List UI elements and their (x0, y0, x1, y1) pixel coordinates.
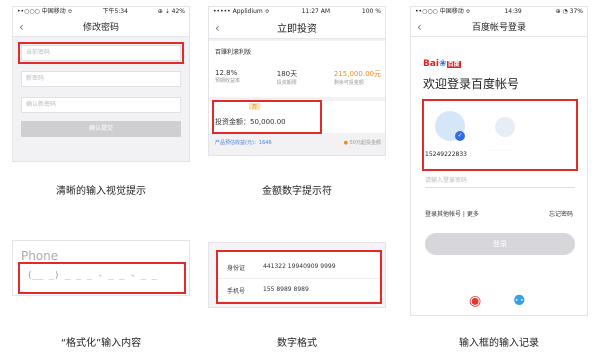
caption-number-format: 数字格式 (277, 338, 317, 349)
battery: 100 % (361, 8, 381, 15)
clock: 11:27 AM (301, 8, 331, 15)
caption-input-history: 输入框的输入记录 (459, 338, 539, 349)
highlight-box-password (18, 42, 184, 64)
change-password-screen: ••○○○ 中国移动 ≎ 下午5:34 ⊕ ⇣ 42% ‹ 修改密码 当前密码 … (12, 6, 190, 162)
login-button[interactable]: 登录 (425, 233, 575, 255)
new-password-field[interactable]: 新密码 (21, 71, 181, 87)
back-chevron-icon[interactable]: ‹ (417, 17, 422, 37)
paw-icon: ❀ (439, 59, 447, 69)
product-card: 百赚利滚利版 12.8% 预期收益率 180天 投资期限 215,000.00元 剩余… (209, 41, 385, 97)
page-title: 百度帐号登录 (471, 23, 526, 33)
page-title: 修改密码 (82, 23, 119, 33)
baidu-logo: Bai❀百度 (423, 59, 461, 69)
more-link: 更多 (466, 211, 479, 218)
stat-rate: 12.8% 预期收益率 (215, 69, 241, 84)
min-amount: ● 50元起投金额 (343, 140, 381, 146)
welcome-heading: 欢迎登录百度帐号 (423, 77, 520, 91)
phone-placeholder: Phone (21, 249, 59, 263)
caption-visual-hint: 清晰的输入视觉提示 (56, 186, 146, 197)
status-bar: ••○○○ 中国移动 ≎ 14:39 ⊕ ◔ 37% (411, 7, 587, 17)
carrier: ••••• Applidium ≎ (213, 8, 270, 15)
expected-income: 产品预估收益(元)：1646 (215, 140, 272, 146)
status-bar: ••••• Applidium ≎ 11:27 AM 100 % (209, 7, 385, 17)
submit-button[interactable]: 确认提交 (21, 121, 181, 137)
confirm-password-field[interactable]: 确认新密码 (21, 97, 181, 113)
location-pin-icon: ● (343, 140, 349, 146)
highlight-box-format (216, 250, 382, 304)
password-input[interactable]: 请输入登录密码 (425, 175, 575, 188)
page-title: 立即投资 (277, 24, 317, 35)
invest-footer: 产品预估收益(元)：1646 ● 50元起投金额 (209, 137, 385, 151)
stat-term: 180天 投资期限 (276, 70, 298, 86)
status-bar: ••○○○ 中国移动 ≎ 下午5:34 ⊕ ⇣ 42% (13, 7, 189, 17)
other-account-link[interactable]: 登录其他帐号 | 更多 (425, 209, 479, 218)
battery: ⊕ ⇣ 42% (157, 8, 185, 15)
nav-bar: ‹ 修改密码 (13, 17, 189, 37)
forget-password-link[interactable]: 忘记密码 (549, 209, 573, 218)
clock: 下午5:34 (102, 8, 128, 15)
product-stats: 12.8% 预期收益率 180天 投资期限 215,000.00元 剩余可投金额 (215, 69, 381, 86)
caption-formatted-input: “格式化”输入内容 (60, 338, 142, 349)
carrier: ••○○○ 中国移动 ≎ (415, 8, 471, 15)
highlight-box-phone (18, 262, 186, 294)
back-chevron-icon[interactable]: ‹ (19, 17, 24, 37)
carrier: ••○○○ 中国移动 ≎ (17, 8, 73, 15)
caption-amount-hint: 金额数字提示符 (262, 186, 332, 197)
clock: 14:39 (504, 8, 522, 15)
highlight-box-history (422, 99, 578, 171)
stat-remaining: 215,000.00元 剩余可投金额 (333, 70, 381, 86)
weibo-icon[interactable]: ◉ (469, 293, 481, 309)
highlight-box-amount (212, 100, 322, 134)
back-chevron-icon[interactable]: ‹ (215, 17, 220, 39)
nav-bar: ‹ 立即投资 (209, 17, 385, 39)
nav-bar: ‹ 百度帐号登录 (411, 17, 587, 37)
product-name: 百赚利滚利版 (215, 49, 252, 56)
qq-icon[interactable]: ⚉ (513, 293, 526, 309)
comparison-figure: ••○○○ 中国移动 ≎ 下午5:34 ⊕ ⇣ 42% ‹ 修改密码 当前密码 … (0, 0, 600, 360)
battery: ⊕ ◔ 37% (555, 8, 583, 15)
